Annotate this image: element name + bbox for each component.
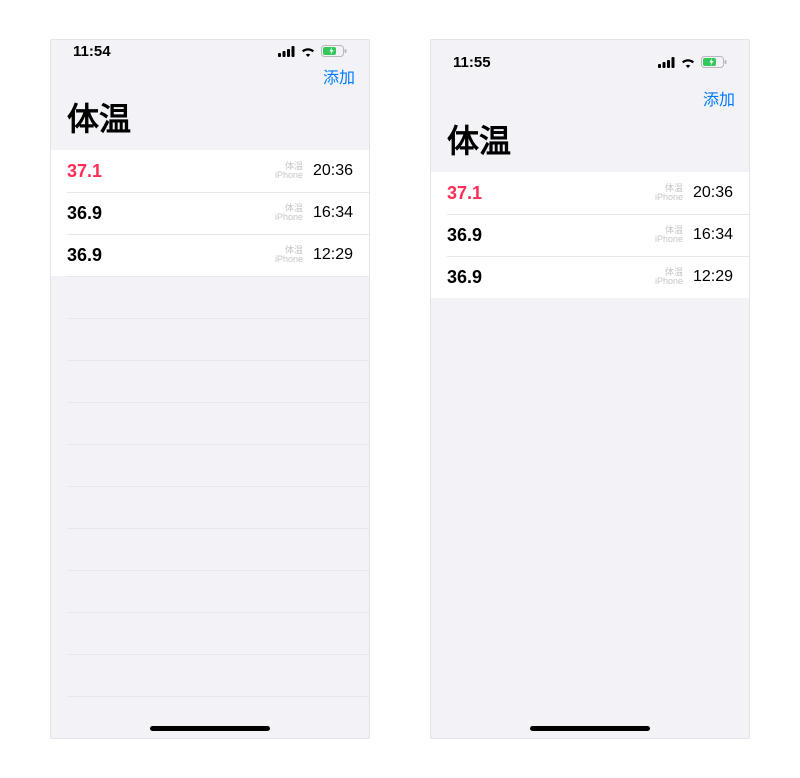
row-meta-source: iPhone — [655, 277, 683, 286]
blank-row — [51, 570, 369, 612]
home-indicator[interactable] — [150, 726, 270, 731]
phone-screen-left: 11:54 添加 体温 37.1体温iPhone20:3636.9体温iPhon… — [50, 39, 370, 739]
blank-row — [51, 612, 369, 654]
page-title: 体温 — [431, 114, 749, 172]
row-source: 体温iPhone — [275, 162, 313, 181]
table-row[interactable]: 36.9体温iPhone12:29 — [51, 234, 369, 276]
blank-row — [51, 402, 369, 444]
row-time: 16:34 — [693, 226, 749, 244]
table-row[interactable]: 36.9体温iPhone16:34 — [431, 214, 749, 256]
status-time: 11:55 — [453, 54, 491, 71]
row-source: 体温iPhone — [655, 268, 693, 287]
battery-charging-icon — [701, 56, 727, 68]
phone-screen-right: 11:55 添加 体温 37.1体温iPhone20:3636.9体温iPhon… — [430, 39, 750, 739]
wifi-icon — [300, 46, 316, 57]
data-list: 37.1体温iPhone20:3636.9体温iPhone16:3436.9体温… — [51, 150, 369, 276]
home-indicator[interactable] — [530, 726, 650, 731]
row-time: 12:29 — [693, 268, 749, 286]
row-meta-source: iPhone — [655, 193, 683, 202]
battery-charging-icon — [321, 45, 347, 57]
row-time: 12:29 — [313, 246, 369, 264]
row-meta-source: iPhone — [275, 255, 303, 264]
blank-row — [51, 444, 369, 486]
status-icons — [278, 45, 347, 57]
status-time: 11:54 — [73, 43, 111, 60]
blank-row — [51, 654, 369, 696]
temperature-value: 36.9 — [447, 225, 655, 246]
row-meta-source: iPhone — [275, 171, 303, 180]
blank-row — [51, 486, 369, 528]
blank-row — [51, 696, 369, 738]
nav-bar: 添加 — [51, 62, 369, 92]
nav-bar: 添加 — [431, 84, 749, 114]
row-source: 体温iPhone — [275, 204, 313, 223]
table-row[interactable]: 36.9体温iPhone12:29 — [431, 256, 749, 298]
row-source: 体温iPhone — [655, 226, 693, 245]
row-meta-source: iPhone — [275, 213, 303, 222]
row-source: 体温iPhone — [655, 184, 693, 203]
temperature-value: 37.1 — [67, 161, 275, 182]
blank-row — [51, 360, 369, 402]
blank-row — [51, 276, 369, 318]
row-time: 20:36 — [693, 184, 749, 202]
status-bar: 11:54 — [51, 40, 369, 62]
temperature-value: 36.9 — [447, 267, 655, 288]
page-title: 体温 — [51, 92, 369, 150]
row-time: 20:36 — [313, 162, 369, 180]
row-source: 体温iPhone — [275, 246, 313, 265]
empty-rows — [431, 298, 749, 738]
row-meta-source: iPhone — [655, 235, 683, 244]
temperature-value: 37.1 — [447, 183, 655, 204]
status-icons — [658, 56, 727, 68]
cellular-signal-icon — [658, 57, 675, 68]
temperature-value: 36.9 — [67, 245, 275, 266]
status-bar: 11:55 — [431, 40, 749, 84]
blank-row — [51, 528, 369, 570]
empty-rows — [51, 276, 369, 738]
cellular-signal-icon — [278, 46, 295, 57]
table-row[interactable]: 36.9体温iPhone16:34 — [51, 192, 369, 234]
add-button[interactable]: 添加 — [323, 64, 355, 88]
temperature-value: 36.9 — [67, 203, 275, 224]
table-row[interactable]: 37.1体温iPhone20:36 — [431, 172, 749, 214]
table-row[interactable]: 37.1体温iPhone20:36 — [51, 150, 369, 192]
data-list: 37.1体温iPhone20:3636.9体温iPhone16:3436.9体温… — [431, 172, 749, 298]
wifi-icon — [680, 57, 696, 68]
add-button[interactable]: 添加 — [703, 86, 735, 110]
row-time: 16:34 — [313, 204, 369, 222]
blank-row — [51, 318, 369, 360]
